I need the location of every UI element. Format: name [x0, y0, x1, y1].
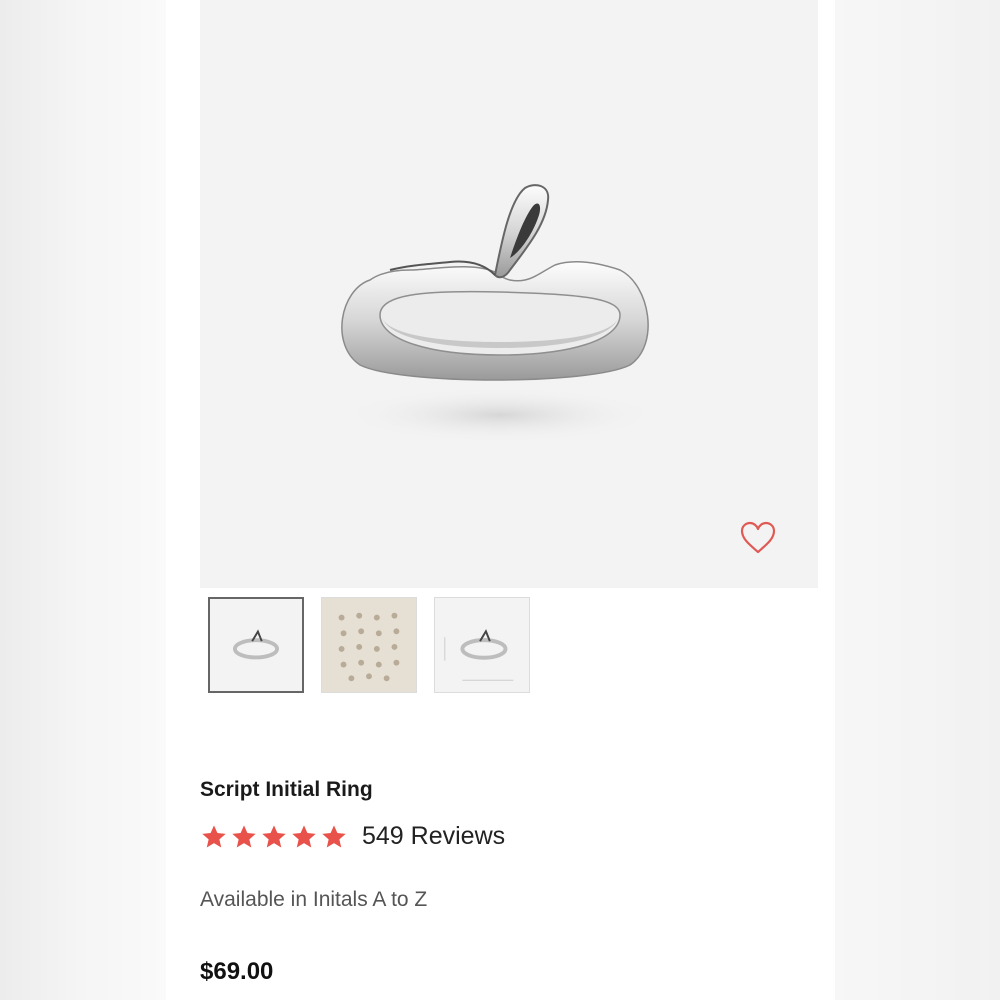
star-icon	[322, 824, 346, 847]
thumbnail-2[interactable]	[321, 597, 417, 693]
star-icon	[262, 824, 286, 847]
product-title: Script Initial Ring	[200, 778, 373, 801]
thumbnail-3[interactable]	[434, 597, 530, 693]
thumbnail-1[interactable]	[208, 597, 304, 693]
ring-thumbnail-image	[233, 629, 279, 660]
star-icon	[202, 824, 226, 847]
wishlist-heart-icon[interactable]	[738, 518, 778, 558]
availability-text: Available in Initals A to Z	[200, 888, 428, 911]
product-rating[interactable]: 549 Reviews	[200, 822, 505, 851]
thumbnail-gallery	[208, 597, 530, 693]
reviews-link[interactable]: 549 Reviews	[362, 822, 505, 851]
star-icon	[232, 824, 256, 847]
ring-dimensions-thumbnail-image	[444, 629, 514, 681]
product-price: $69.00	[200, 958, 274, 985]
star-rating	[200, 823, 348, 851]
alphabet-rings-thumbnail-image	[338, 612, 400, 682]
main-product-image[interactable]	[200, 0, 818, 588]
product-detail: Script Initial Ring 549 Reviews Availabl…	[166, 0, 835, 1000]
ring-image	[340, 184, 660, 443]
star-icon	[292, 824, 316, 847]
page: Script Initial Ring 549 Reviews Availabl…	[0, 0, 1000, 1000]
